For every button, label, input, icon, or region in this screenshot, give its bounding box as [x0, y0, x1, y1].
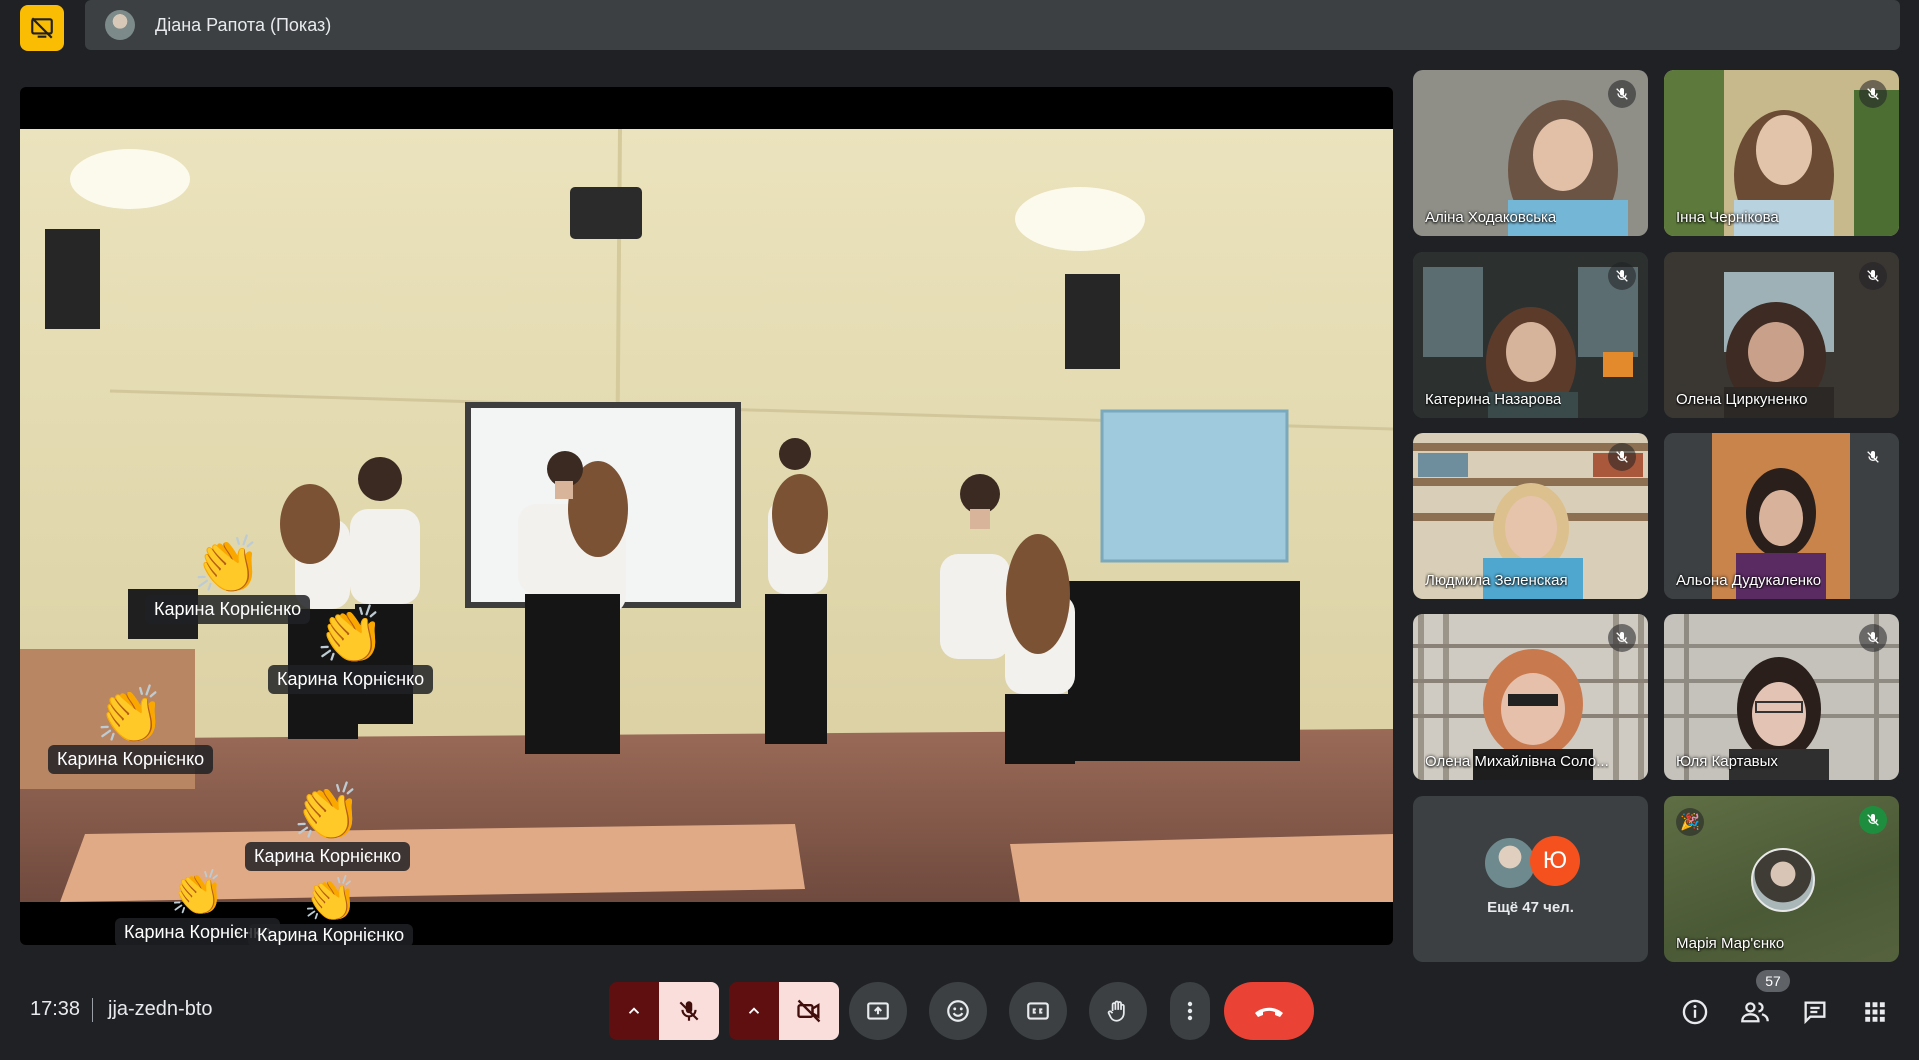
participant-name: Альона Дудукаленко — [1676, 572, 1822, 589]
people-button[interactable] — [1738, 995, 1772, 1029]
meeting-info-button[interactable] — [1678, 995, 1712, 1029]
presenter-name: Діана Рапота (Показ) — [155, 14, 332, 35]
more-participants-tile[interactable]: Ю Ещё 47 чел. — [1413, 796, 1648, 962]
participant-name: Людмила Зеленская — [1425, 572, 1568, 589]
camera-toggle-button[interactable] — [779, 982, 839, 1040]
stop-presenting-button[interactable] — [20, 5, 64, 51]
mic-off-icon — [1608, 443, 1636, 471]
more-participants-label: Ещё 47 чел. — [1487, 899, 1574, 916]
raise-hand-button[interactable] — [1089, 982, 1147, 1040]
reaction-name: Карина Корнієнко — [245, 842, 411, 871]
leave-call-button[interactable] — [1224, 982, 1314, 1040]
chevron-up-icon — [748, 1007, 760, 1014]
participant-tile[interactable]: 🎉 Марія Мар'єнко — [1664, 796, 1899, 962]
reaction-applause: 👏 Карина Корнієнко — [245, 780, 411, 871]
people-icon — [1741, 1002, 1769, 1023]
reaction-name: Карина Корнієнко — [268, 665, 434, 694]
participant-tile[interactable]: Альона Дудукаленко — [1664, 433, 1899, 599]
mic-off-icon — [1608, 80, 1636, 108]
reaction-applause: 👏 Карина Корнієнко — [48, 683, 214, 774]
participant-initial-avatar: Ю — [1530, 836, 1580, 886]
video-options-button[interactable] — [729, 982, 779, 1040]
reaction-name: Карина Корнієнко — [248, 924, 414, 947]
chevron-up-icon — [628, 1007, 640, 1014]
mic-control-group — [609, 982, 719, 1040]
participant-name: Олена Циркуненко — [1676, 391, 1808, 408]
hand-icon — [1107, 1000, 1125, 1022]
participant-name: Інна Чернікова — [1676, 209, 1779, 226]
more-vert-icon — [1187, 1001, 1193, 1021]
clapping-hands-icon: 👏 — [303, 875, 358, 924]
clapping-hands-icon: 👏 — [170, 869, 225, 918]
mic-toggle-button[interactable] — [659, 982, 719, 1040]
presenter-banner: Діана Рапота (Показ) — [85, 0, 1900, 50]
clapping-hands-icon: 👏 — [192, 533, 263, 596]
emoji-icon — [947, 1000, 969, 1022]
mic-off-icon — [679, 1001, 699, 1021]
participant-tile[interactable]: Людмила Зеленская — [1413, 433, 1648, 599]
apps-grid-icon — [1865, 1002, 1885, 1022]
meeting-code: jja-zedn-bto — [108, 998, 213, 1020]
clapping-hands-icon: 👏 — [95, 683, 166, 746]
camera-off-icon — [797, 999, 821, 1023]
participant-name: Юля Картавых — [1676, 753, 1778, 770]
reaction-applause: 👏 Карина Корнієнко — [268, 603, 434, 694]
mic-off-icon — [1859, 80, 1887, 108]
present-screen-button[interactable] — [849, 982, 907, 1040]
clapping-hands-icon: 👏 — [292, 780, 363, 843]
camera-control-group — [729, 982, 839, 1040]
meeting-clock: 17:38 — [30, 998, 81, 1020]
clapping-hands-icon: 👏 — [315, 603, 386, 666]
participant-name: Аліна Ходаковська — [1425, 209, 1557, 226]
participant-tile[interactable]: Інна Чернікова — [1664, 70, 1899, 236]
participant-count-badge: 57 — [1756, 970, 1790, 992]
audio-options-button[interactable] — [609, 982, 659, 1040]
mic-off-icon — [1859, 262, 1887, 290]
mic-off-icon — [1608, 262, 1636, 290]
presenter-avatar — [105, 10, 135, 40]
participant-tile[interactable]: Юля Картавых — [1664, 614, 1899, 780]
chat-button[interactable] — [1798, 995, 1832, 1029]
mic-off-icon — [1608, 624, 1636, 652]
participant-avatar — [1751, 848, 1815, 912]
info-icon — [1682, 999, 1708, 1025]
participant-name: Марія Мар'єнко — [1676, 935, 1785, 952]
reaction-name: Карина Корнієнко — [48, 745, 214, 774]
mic-off-icon — [1859, 806, 1887, 834]
more-options-button[interactable] — [1170, 982, 1210, 1040]
chat-icon — [1804, 1001, 1826, 1025]
closed-caption-icon — [1027, 1002, 1049, 1020]
mic-off-icon — [1859, 624, 1887, 652]
participant-tile[interactable]: Олена Циркуненко — [1664, 252, 1899, 418]
presentation-stage: 👏 Карина Корнієнко 👏 Карина Корнієнко 👏 … — [20, 87, 1393, 945]
participant-tile[interactable]: Олена Михайлівна Соло... — [1413, 614, 1648, 780]
mic-off-icon — [1859, 443, 1887, 471]
participant-tile[interactable]: Катерина Назарова — [1413, 252, 1648, 418]
participant-tile[interactable]: Аліна Ходаковська — [1413, 70, 1648, 236]
participant-name: Катерина Назарова — [1425, 391, 1562, 408]
participant-name: Олена Михайлівна Соло... — [1425, 753, 1609, 770]
present-to-all-icon — [867, 1002, 889, 1020]
reactions-button[interactable] — [929, 982, 987, 1040]
call-end-icon — [1255, 1007, 1283, 1017]
reaction-applause: 👏 Карина Корнієнко — [248, 875, 414, 947]
party-popper-icon: 🎉 — [1676, 808, 1704, 836]
divider — [92, 998, 93, 1022]
activities-button[interactable] — [1858, 995, 1892, 1029]
shared-video-frame — [20, 129, 1393, 902]
present-off-icon — [31, 17, 53, 39]
participant-avatar — [1483, 836, 1537, 890]
captions-button[interactable] — [1009, 982, 1067, 1040]
